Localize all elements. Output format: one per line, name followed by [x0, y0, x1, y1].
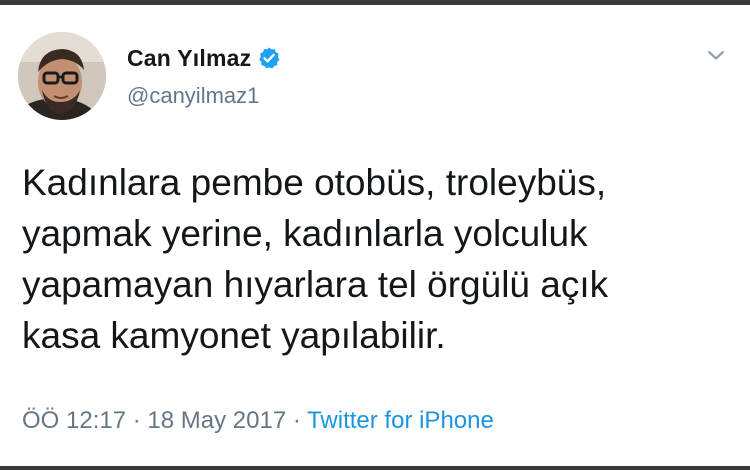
display-name[interactable]: Can Yılmaz — [127, 45, 251, 72]
tweet-source-link[interactable]: Twitter for iPhone — [307, 407, 494, 434]
bottom-border — [0, 466, 750, 470]
meta-separator: · — [132, 407, 141, 434]
avatar-photo — [18, 32, 106, 120]
tweet-card: Can Yılmaz @canyilmaz1 Kadınlara pembe o… — [0, 5, 750, 466]
tweet-time[interactable]: ÖÖ 12:17 — [22, 407, 126, 434]
tweet-meta: ÖÖ 12:17 · 18 May 2017 · Twitter for iPh… — [22, 407, 494, 435]
tweet-text: Kadınlara pembe otobüs, troleybüs, yapma… — [22, 162, 609, 356]
user-handle[interactable]: @canyilmaz1 — [127, 83, 281, 109]
name-row: Can Yılmaz — [127, 43, 281, 73]
meta-separator: · — [292, 407, 301, 434]
tweet-date[interactable]: 18 May 2017 — [147, 407, 286, 434]
avatar[interactable] — [18, 32, 106, 120]
verified-badge-icon — [257, 46, 281, 70]
user-info: Can Yılmaz @canyilmaz1 — [127, 43, 281, 109]
chevron-down-icon[interactable] — [704, 43, 728, 67]
